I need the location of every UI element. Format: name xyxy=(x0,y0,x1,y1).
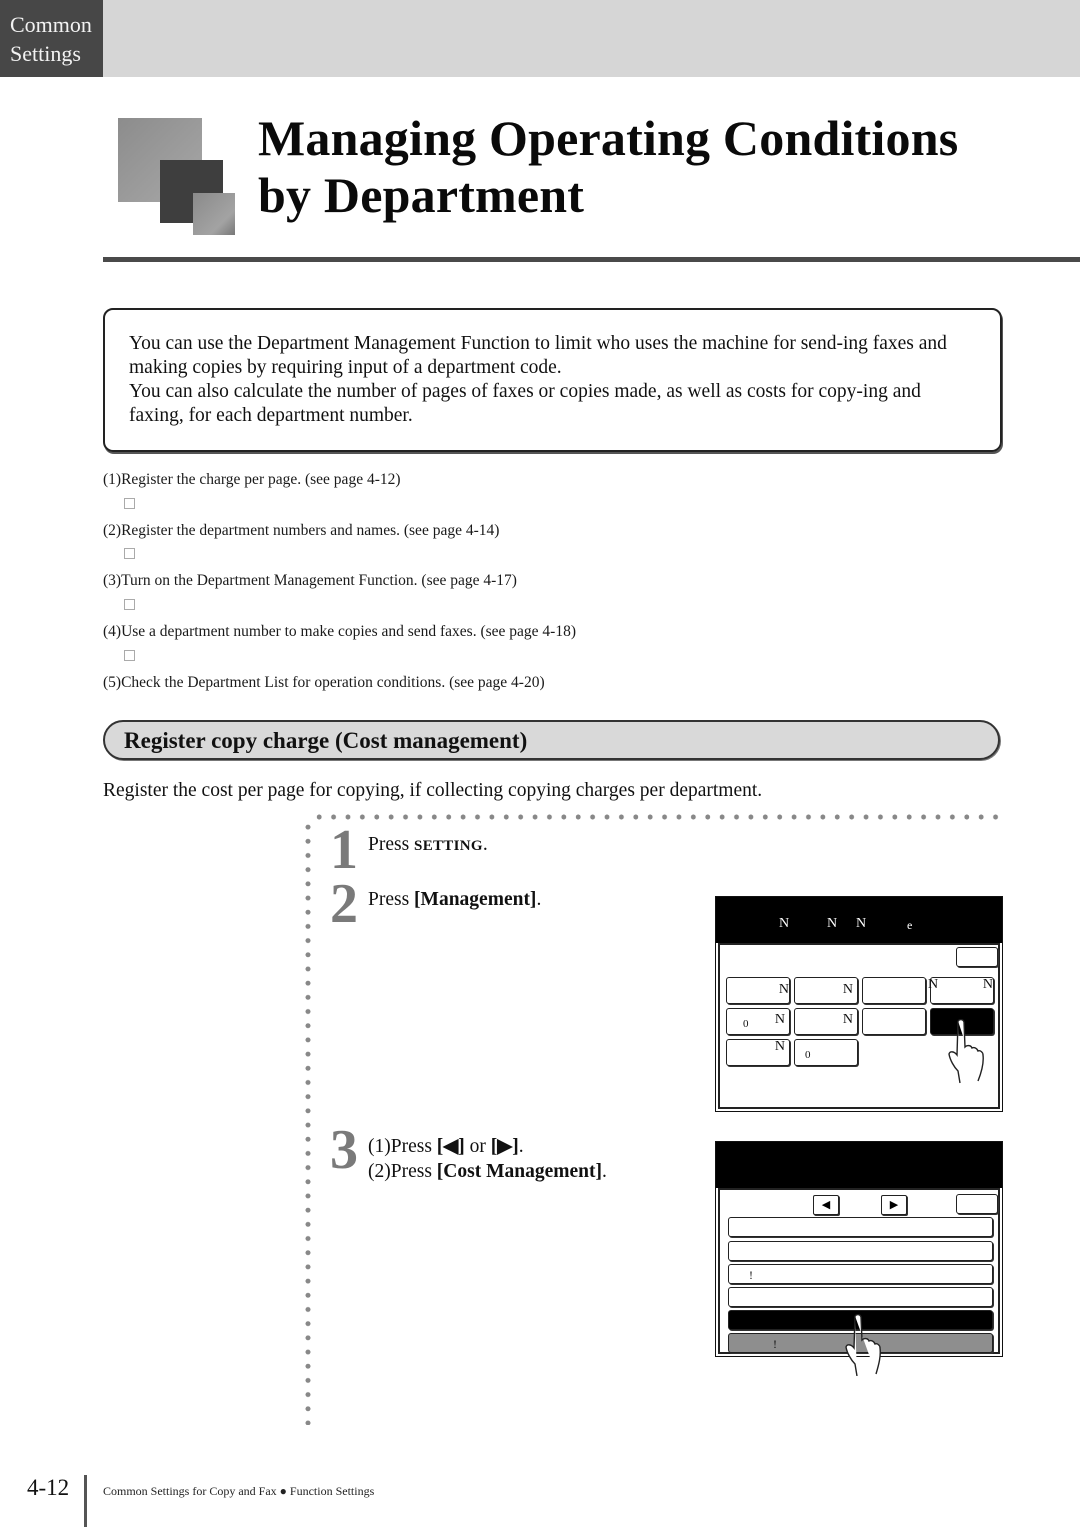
overview-step-5: (5)Check the Department List for operati… xyxy=(103,674,545,691)
step-2-prefix: Press xyxy=(368,889,415,910)
menu-button[interactable]: N xyxy=(726,977,790,1004)
step-3-sub1-or: or xyxy=(464,1136,491,1157)
setting-key-label: SETTING xyxy=(414,838,483,854)
step-3-sub2-suffix: . xyxy=(601,1161,607,1182)
step-2-instruction: Press [Management]. xyxy=(368,889,541,911)
button-glyph: N xyxy=(778,982,789,997)
list-item[interactable]: ! xyxy=(728,1264,993,1284)
button-glyph: N xyxy=(982,977,993,992)
step-1-instruction: Press SETTING. xyxy=(368,834,488,856)
step-3-sub2-prefix: (2)Press xyxy=(368,1161,437,1182)
right-arrow-icon: ▶ xyxy=(889,1198,899,1211)
button-glyph: N xyxy=(842,982,853,997)
title-glyph: N xyxy=(856,916,867,931)
overview-step-1: (1)Register the charge per page. (see pa… xyxy=(103,471,401,488)
step-number-2: 2 xyxy=(330,873,358,935)
title-glyph: e xyxy=(907,918,913,932)
footer-section: Function Settings xyxy=(289,1484,375,1498)
button-glyph: N xyxy=(928,977,939,992)
button-glyph: 0 xyxy=(743,1018,749,1030)
menu-button[interactable]: 0 xyxy=(794,1039,858,1066)
step-3-instruction-2: (2)Press [Cost Management]. xyxy=(368,1161,607,1183)
step-3-sub1-suffix: . xyxy=(518,1136,524,1157)
dotted-guide-vertical xyxy=(305,820,311,1425)
left-arrow-button[interactable]: ◀ xyxy=(813,1195,839,1215)
step-3-sub1-prefix: (1)Press xyxy=(368,1136,437,1157)
list-item[interactable] xyxy=(728,1287,993,1307)
button-glyph: 0 xyxy=(805,1049,811,1061)
item-glyph: ! xyxy=(773,1337,777,1351)
button-glyph: N xyxy=(774,1012,785,1027)
header-band xyxy=(0,0,1080,77)
section-heading: Register copy charge (Cost management) xyxy=(103,720,1000,760)
flow-box xyxy=(124,599,135,610)
step-number-1: 1 xyxy=(330,819,358,881)
overview-step-3: (3)Turn on the Department Management Fun… xyxy=(103,572,517,589)
close-button[interactable] xyxy=(956,1194,998,1214)
section-description: Register the cost per page for copying, … xyxy=(103,780,763,801)
right-arrow-key-label: [▶] xyxy=(490,1136,519,1157)
dotted-guide-horizontal xyxy=(312,814,1004,820)
button-glyph: N xyxy=(842,1012,853,1027)
button-glyph: N xyxy=(774,1039,785,1054)
pointing-hand-icon xyxy=(948,1019,984,1084)
menu-button[interactable]: N xyxy=(794,1008,858,1035)
right-arrow-button[interactable]: ▶ xyxy=(881,1195,907,1215)
page-title: Managing Operating Conditions by Departm… xyxy=(258,110,1058,224)
section-tab: Common Settings xyxy=(0,0,103,77)
page-number: 4-12 xyxy=(27,1475,70,1500)
flow-box xyxy=(124,650,135,661)
item-glyph: ! xyxy=(749,1268,753,1282)
intro-box: You can use the Department Management Fu… xyxy=(103,308,1002,452)
page-title-line1: Managing Operating Conditions xyxy=(258,110,959,166)
overview-step-2: (2)Register the department numbers and n… xyxy=(103,522,500,539)
pointing-hand-icon xyxy=(845,1314,881,1376)
menu-button[interactable] xyxy=(862,977,926,1004)
menu-button[interactable]: N xyxy=(726,1039,790,1066)
section-tab-line1: Common xyxy=(10,12,92,37)
overview-step-4: (4)Use a department number to make copie… xyxy=(103,623,576,640)
menu-button[interactable]: NN xyxy=(928,977,994,1004)
intro-paragraph-1: You can use the Department Management Fu… xyxy=(129,333,947,378)
step-2-suffix: . xyxy=(536,889,542,910)
step-3-instruction-1: (1)Press [◀] or [▶]. xyxy=(368,1134,524,1158)
title-divider xyxy=(103,257,1080,262)
intro-paragraph-2: You can also calculate the number of pag… xyxy=(129,381,921,426)
list-item[interactable] xyxy=(728,1217,993,1237)
screen-title-bar: N N N e xyxy=(716,897,1002,943)
section-tab-line2: Settings xyxy=(10,41,81,66)
flow-box xyxy=(124,548,135,559)
cost-management-button-label: [Cost Management] xyxy=(436,1161,602,1182)
footer-text: Common Settings for Copy and Fax ● Funct… xyxy=(103,1484,374,1499)
step-1-prefix: Press xyxy=(368,834,415,855)
menu-button[interactable]: N xyxy=(794,977,858,1004)
menu-button[interactable]: 0N xyxy=(726,1008,790,1035)
footer-chapter: Common Settings for Copy and Fax xyxy=(103,1484,277,1498)
page-title-line2: by Department xyxy=(258,167,585,223)
touchscreen-management: N N N e N N NN 0N N N 0 xyxy=(715,896,1003,1112)
flow-box xyxy=(124,498,135,509)
left-arrow-icon: ◀ xyxy=(821,1198,831,1211)
title-decoration-square-small xyxy=(193,193,235,235)
menu-button[interactable] xyxy=(862,1008,926,1035)
footer-bullet-icon: ● xyxy=(279,1484,287,1498)
touchscreen-cost-management: ◀ ▶ ! ! xyxy=(715,1141,1003,1376)
left-arrow-key-label: [◀] xyxy=(436,1136,465,1157)
screen-title-bar xyxy=(716,1142,1002,1188)
title-glyph: N xyxy=(827,916,838,931)
step-number-3: 3 xyxy=(330,1119,358,1181)
step-1-suffix: . xyxy=(482,834,488,855)
management-button-label: [Management] xyxy=(414,889,537,910)
close-button[interactable] xyxy=(956,947,998,967)
list-item[interactable] xyxy=(728,1241,993,1261)
footer-divider xyxy=(84,1475,87,1527)
title-glyph: N xyxy=(779,916,790,931)
